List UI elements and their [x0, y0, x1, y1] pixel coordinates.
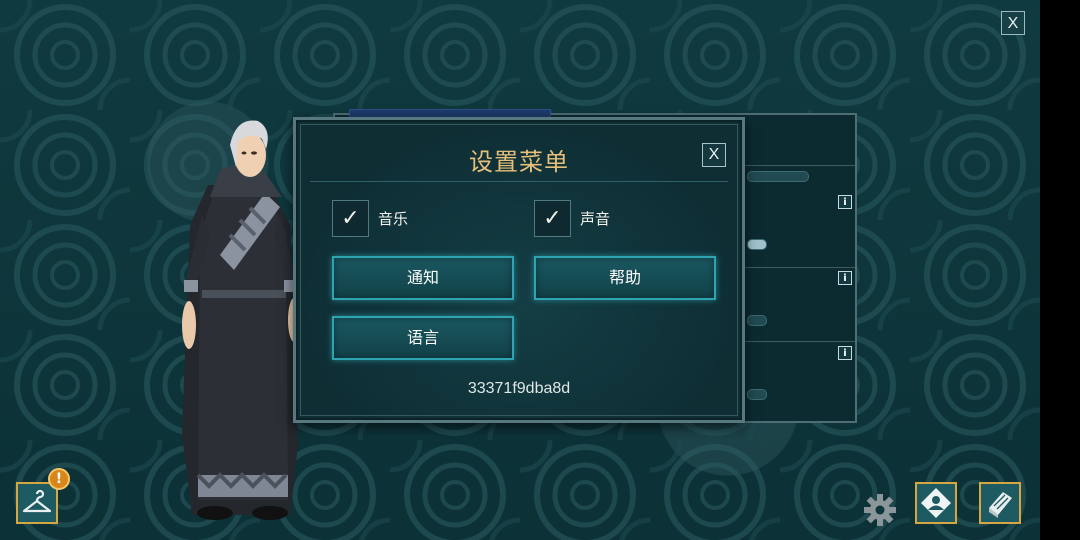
back-panel-slider[interactable] — [747, 239, 767, 250]
game-scene: i i i 设置菜单 X ✓ 音乐 ✓ 声音 通知 帮助 语言 33371f9d… — [0, 0, 1040, 540]
back-panel-divider — [745, 341, 855, 342]
journal-icon — [989, 492, 1012, 518]
info-icon[interactable]: i — [838, 195, 852, 209]
gear-icon[interactable] — [862, 492, 898, 528]
dialog-close-button[interactable]: X — [702, 143, 726, 167]
back-panel-bar — [747, 171, 809, 182]
back-panel-divider — [745, 267, 855, 268]
wardrobe-alert-badge: ! — [48, 468, 70, 490]
info-icon[interactable]: i — [838, 271, 852, 285]
title-divider — [310, 181, 728, 182]
back-panel-slider[interactable] — [747, 315, 767, 326]
dialog-title: 设置菜单 — [469, 148, 569, 176]
hanger-icon — [22, 489, 52, 513]
wardrobe-button[interactable] — [16, 482, 58, 524]
sound-checkbox[interactable]: ✓ — [534, 200, 571, 237]
player-id: 33371f9dba8d — [467, 380, 571, 397]
music-label: 音乐 — [378, 210, 409, 228]
screen-close-button[interactable]: X — [1001, 11, 1025, 35]
notifications-button[interactable]: 通知 — [332, 256, 514, 300]
settings-dialog: 设置菜单 X ✓ 音乐 ✓ 声音 通知 帮助 语言 33371f9dba8d — [293, 117, 745, 423]
info-icon[interactable]: i — [838, 346, 852, 360]
back-panel-slider[interactable] — [747, 389, 767, 400]
back-panel-divider — [745, 165, 855, 166]
language-button[interactable]: 语言 — [332, 316, 514, 360]
music-checkbox[interactable]: ✓ — [332, 200, 369, 237]
help-button[interactable]: 帮助 — [534, 256, 716, 300]
sound-label: 声音 — [580, 210, 611, 228]
profile-button[interactable] — [915, 482, 957, 524]
letterbox-bar — [1040, 0, 1080, 540]
journal-button[interactable] — [979, 482, 1021, 524]
profile-icon — [921, 488, 951, 518]
